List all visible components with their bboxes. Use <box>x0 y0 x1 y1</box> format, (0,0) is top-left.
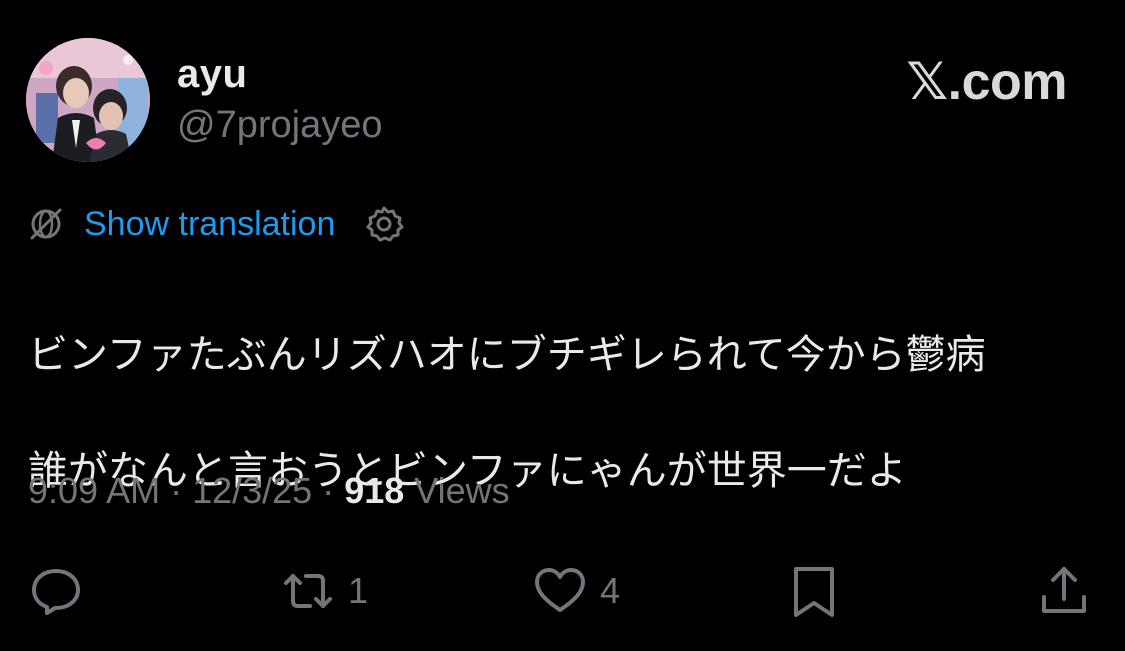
like-button[interactable]: 4 <box>532 556 620 626</box>
repost-count: 1 <box>348 570 369 611</box>
display-name[interactable]: ayu <box>177 52 247 97</box>
bookmark-icon <box>794 567 834 617</box>
like-icon <box>535 568 585 612</box>
gear-icon[interactable] <box>363 203 405 245</box>
tweet-date[interactable]: 12/3/25 <box>192 470 312 511</box>
tweet-card: ayu @7projayeo 𝕏.com Show translation ビン… <box>0 0 1125 651</box>
bookmark-button[interactable] <box>786 556 842 626</box>
share-button[interactable] <box>1036 556 1092 626</box>
repost-button[interactable]: 1 <box>280 556 368 626</box>
meta-separator: · <box>312 470 345 511</box>
tweet-meta: 9:09 AM · 12/3/25 · 918 Views <box>28 470 510 512</box>
tweet-body: ビンファたぶんリズハオにブチギレられて今から鬱病 誰がなんと言おうとビンファにゃ… <box>28 268 1088 558</box>
brand-logo: 𝕏.com <box>906 53 1067 111</box>
action-bar: 1 4 <box>0 556 1125 626</box>
share-icon <box>1042 567 1086 613</box>
views-count[interactable]: 918 <box>344 470 404 511</box>
show-translation-link[interactable]: Show translation <box>84 205 335 244</box>
tweet-line-1: ビンファたぶんリズハオにブチギレられて今から鬱病 <box>28 332 986 378</box>
meta-separator: · <box>160 470 193 511</box>
views-label[interactable]: Views <box>404 470 509 511</box>
avatar-photo <box>26 38 150 162</box>
like-count: 4 <box>600 570 621 611</box>
avatar[interactable] <box>26 38 150 162</box>
reply-button[interactable] <box>28 556 96 626</box>
tweet-time[interactable]: 9:09 AM <box>28 470 160 511</box>
reply-icon <box>32 569 80 615</box>
repost-icon <box>284 574 332 608</box>
translation-row: Show translation <box>26 196 405 252</box>
user-handle[interactable]: @7projayeo <box>177 104 382 147</box>
globe-slash-icon <box>30 208 62 240</box>
